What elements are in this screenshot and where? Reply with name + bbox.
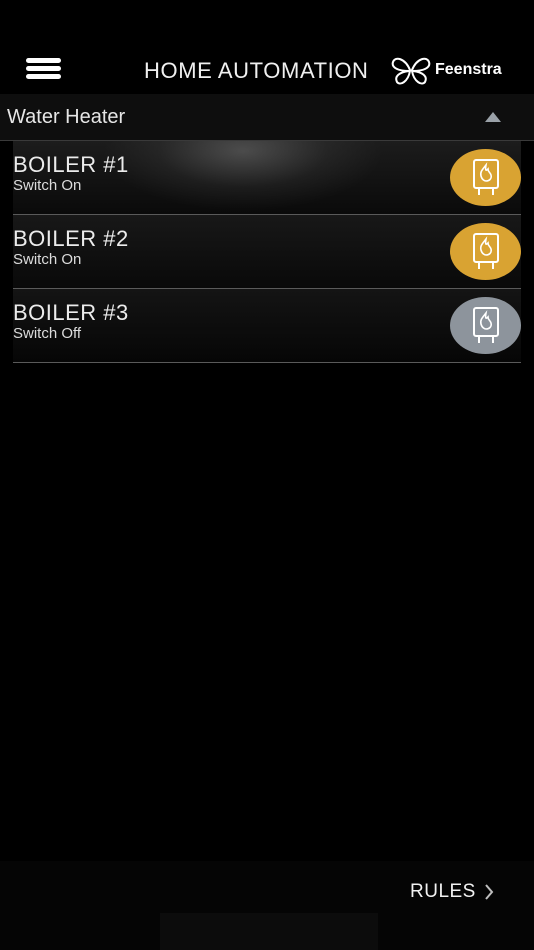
footer-bar: RULES (0, 861, 534, 950)
boiler-toggle-button[interactable] (450, 149, 521, 206)
chevron-right-icon (485, 884, 494, 900)
boiler-toggle-button[interactable] (450, 297, 521, 354)
device-row-boiler-1[interactable]: BOILER #1 Switch On (13, 141, 521, 215)
device-status: Switch On (13, 251, 82, 268)
device-name: BOILER #3 (13, 300, 129, 325)
boiler-icon (472, 306, 499, 343)
app-header: HOME AUTOMATION Feenstra (0, 0, 534, 94)
hamburger-menu-icon (26, 58, 61, 63)
brand-name: Feenstra (435, 61, 502, 78)
device-row-boiler-2[interactable]: BOILER #2 Switch On (13, 215, 521, 289)
boiler-toggle-button[interactable] (450, 223, 521, 280)
device-name: BOILER #2 (13, 226, 129, 251)
water-heater-section-header[interactable]: Water Heater (0, 94, 534, 141)
menu-button[interactable] (24, 54, 66, 86)
device-status: Switch Off (13, 325, 82, 342)
brand: Feenstra (391, 54, 502, 86)
boiler-icon (472, 232, 499, 269)
rules-label: RULES (410, 881, 476, 902)
device-name: BOILER #1 (13, 152, 129, 177)
section-title: Water Heater (7, 106, 126, 128)
device-status: Switch On (13, 177, 82, 194)
rules-button[interactable]: RULES (410, 880, 494, 904)
app-title: HOME AUTOMATION (144, 58, 369, 83)
device-row-boiler-3[interactable]: BOILER #3 Switch Off (13, 289, 521, 363)
device-list: BOILER #1 Switch On BOILER #2 Switch On … (13, 141, 521, 363)
boiler-icon (472, 158, 499, 195)
home-indicator (160, 913, 378, 950)
triangle-up-icon[interactable] (485, 112, 501, 122)
butterfly-logo-icon (391, 57, 431, 85)
